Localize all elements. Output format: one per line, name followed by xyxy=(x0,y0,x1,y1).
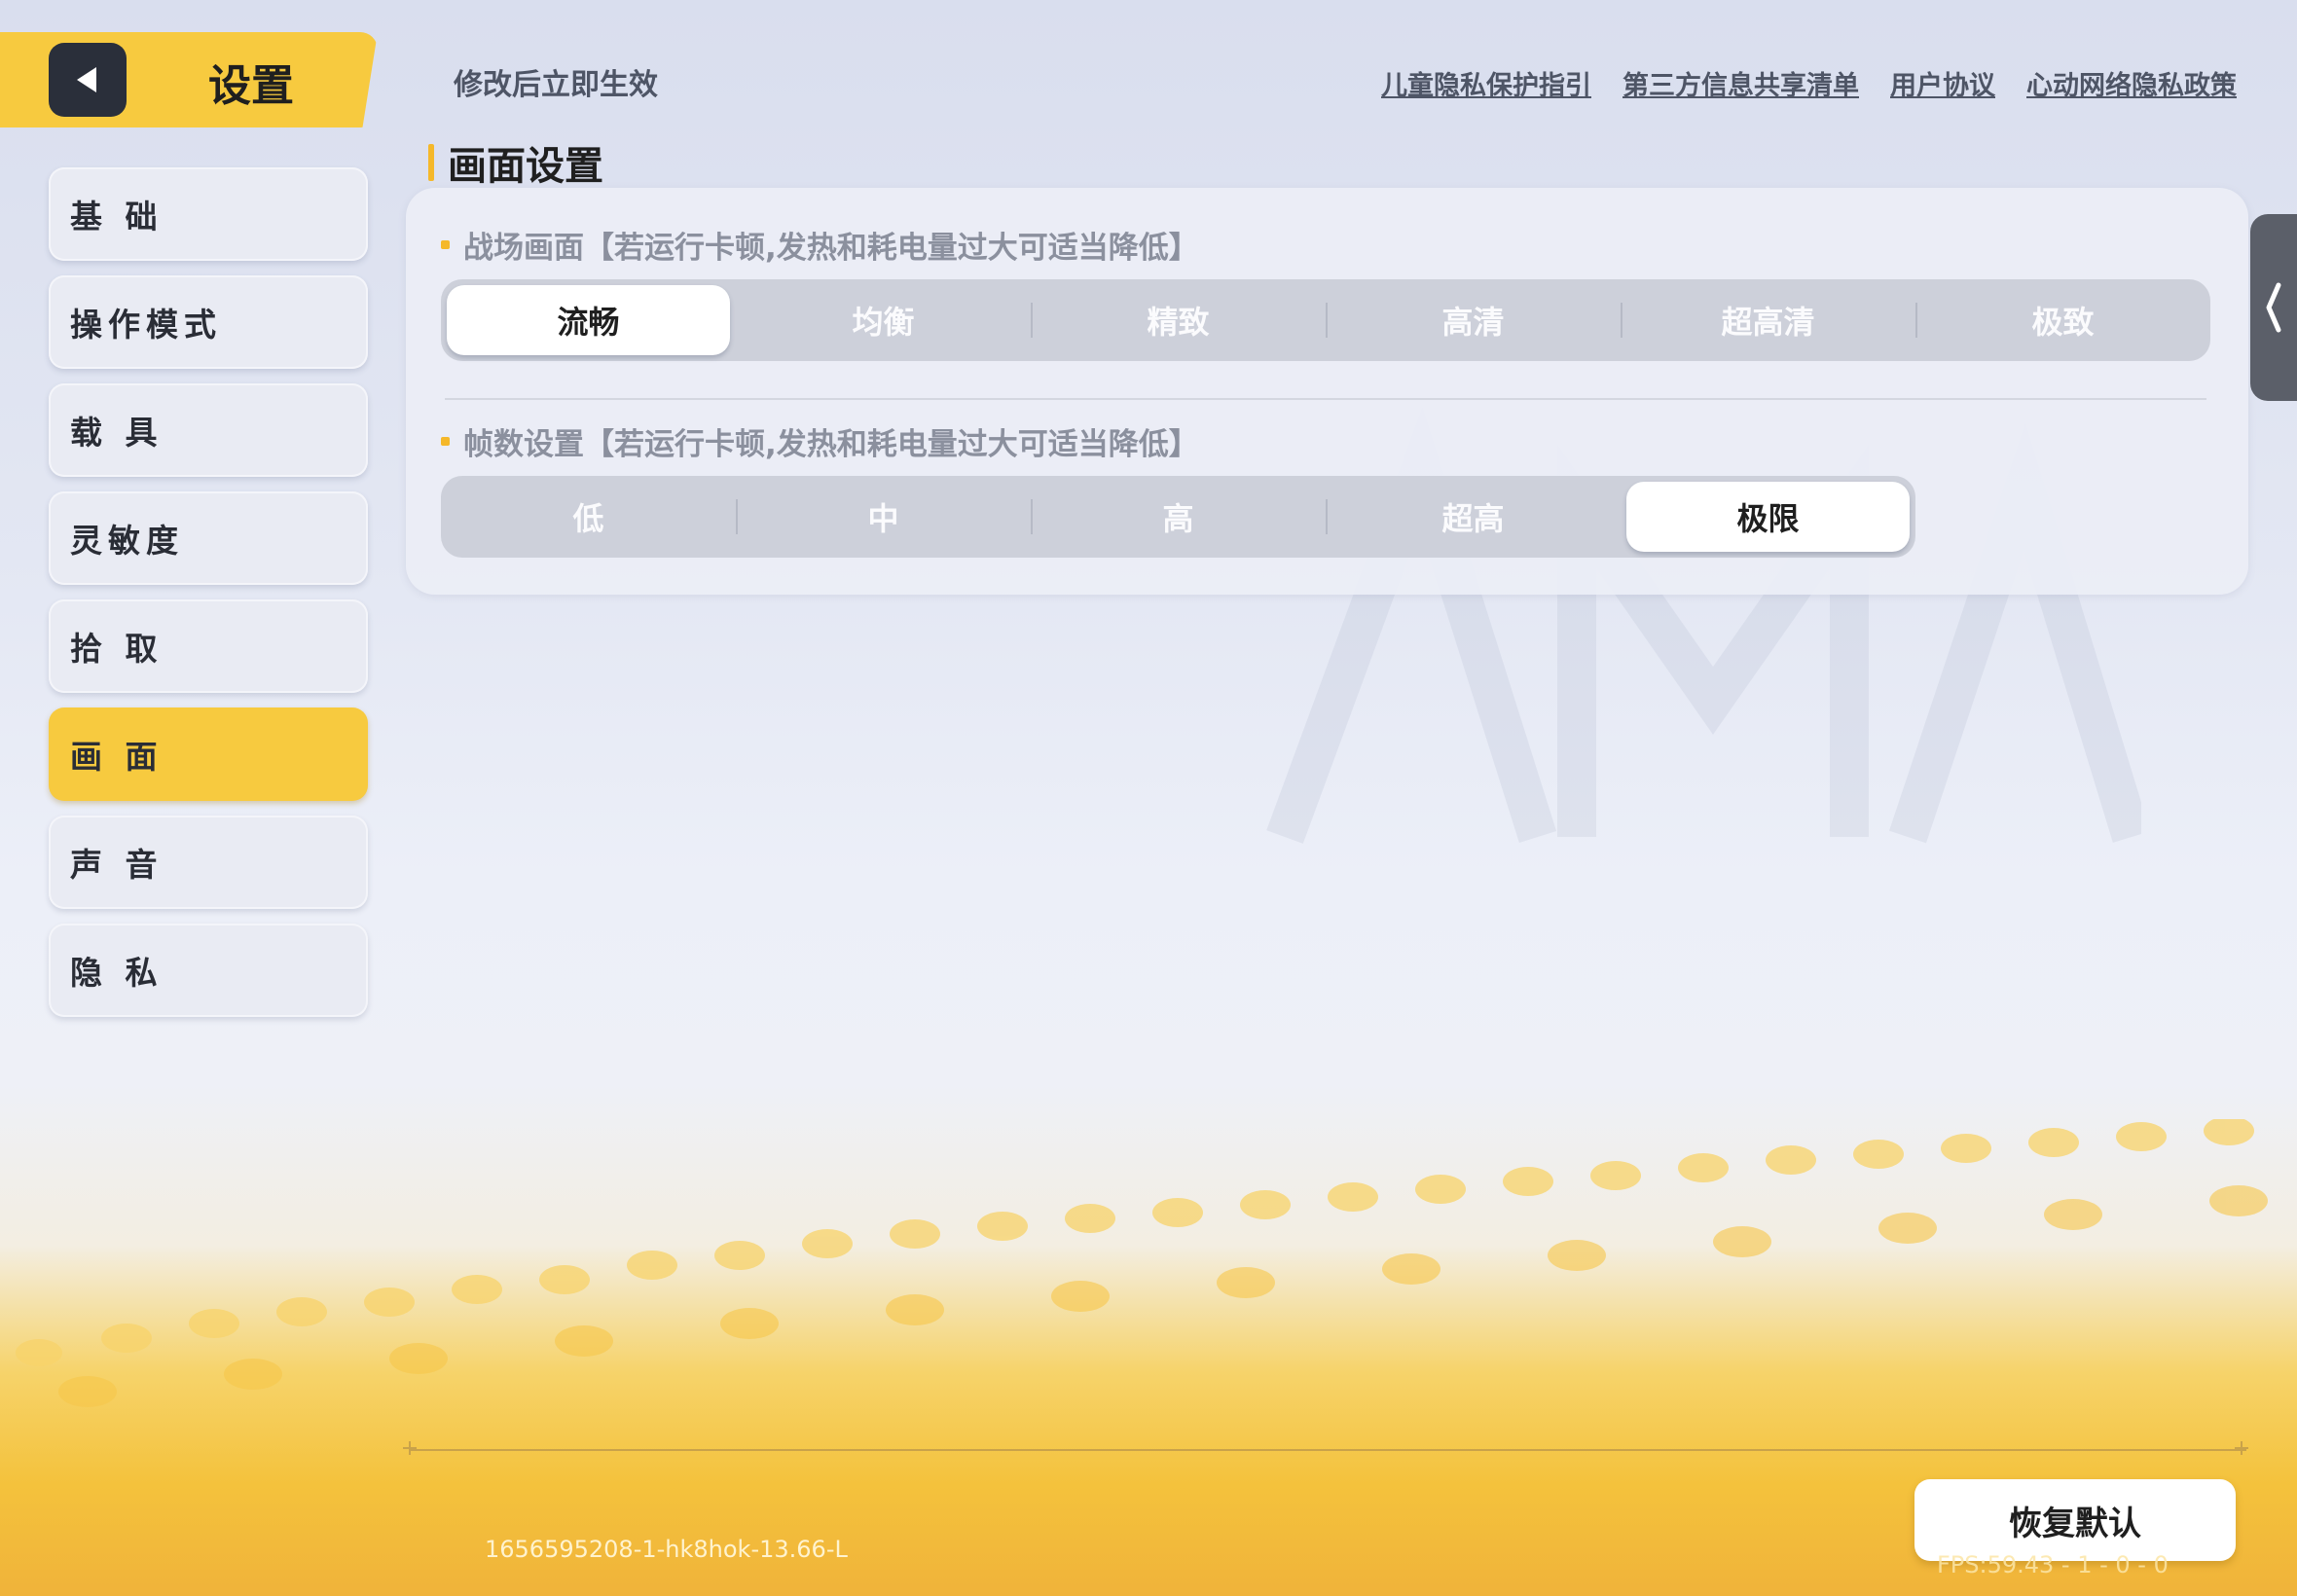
sidebar-item-control-mode[interactable]: 操作模式 xyxy=(49,275,368,369)
divider-cap-icon xyxy=(403,1441,417,1455)
option-label: 精致 xyxy=(1147,304,1210,341)
top-links: 儿童隐私保护指引 第三方信息共享清单 用户协议 心动网络隐私政策 xyxy=(1381,64,2237,102)
option-label: 高清 xyxy=(1441,304,1505,341)
quality-option-smooth[interactable]: 流畅 xyxy=(441,279,736,361)
framerate-label-text: 帧数设置【若运行卡顿,发热和耗电量过大可适当降低】 xyxy=(463,427,1199,462)
bullet-icon xyxy=(441,437,450,446)
sidebar: 基 础 操作模式 载 具 灵敏度 拾 取 画 面 声 音 隐 私 xyxy=(49,167,370,1032)
framerate-option-low[interactable]: 低 xyxy=(441,476,736,558)
wave-dots-decoration xyxy=(16,1119,2268,1407)
quality-group-label: 战场画面【若运行卡顿,发热和耗电量过大可适当降低】 xyxy=(441,223,1199,267)
footer-divider xyxy=(409,1449,2246,1451)
option-label: 均衡 xyxy=(852,304,915,341)
version-string: 1656595208-1-hk8hok-13.66-L xyxy=(485,1536,848,1563)
quality-label-text: 战场画面【若运行卡顿,发热和耗电量过大可适当降低】 xyxy=(463,231,1199,266)
graphics-settings-panel: 战场画面【若运行卡顿,发热和耗电量过大可适当降低】 流畅 均衡 精致 高清 超高… xyxy=(406,188,2248,595)
fps-readout: FPS:59.43 - 1 - 0 - 0 xyxy=(1937,1551,2169,1578)
page-title: 设置 xyxy=(208,61,294,111)
chevron-left-icon xyxy=(2266,282,2281,333)
quality-option-hd[interactable]: 高清 xyxy=(1326,279,1621,361)
sidebar-item-sound[interactable]: 声 音 xyxy=(49,816,368,909)
sidebar-item-vehicle[interactable]: 载 具 xyxy=(49,383,368,477)
framerate-option-high[interactable]: 高 xyxy=(1031,476,1326,558)
option-label: 流畅 xyxy=(557,304,620,341)
apply-hint: 修改后立即生效 xyxy=(454,68,658,102)
link-user-agreement[interactable]: 用户协议 xyxy=(1890,64,1995,102)
framerate-option-max[interactable]: 极限 xyxy=(1621,476,1915,558)
back-arrow-icon xyxy=(77,67,96,92)
sidebar-item-pickup[interactable]: 拾 取 xyxy=(49,599,368,693)
back-button[interactable] xyxy=(49,43,127,117)
sidebar-item-graphics[interactable]: 画 面 xyxy=(49,707,368,801)
sidebar-item-basic[interactable]: 基 础 xyxy=(49,167,368,261)
framerate-selector: 低 中 高 超高 极限 xyxy=(441,476,1915,558)
group-divider xyxy=(445,398,2206,400)
quality-option-ultra-hd[interactable]: 超高清 xyxy=(1621,279,1915,361)
option-label: 超高清 xyxy=(1721,304,1815,341)
option-label: 极致 xyxy=(2031,304,2095,341)
framerate-group-label: 帧数设置【若运行卡顿,发热和耗电量过大可适当降低】 xyxy=(441,419,1199,463)
divider-cap-icon xyxy=(2235,1441,2248,1455)
framerate-option-ultra[interactable]: 超高 xyxy=(1326,476,1621,558)
section-accent-bar xyxy=(428,144,434,181)
sidebar-item-sensitivity[interactable]: 灵敏度 xyxy=(49,491,368,585)
option-label: 中 xyxy=(867,500,899,537)
sidebar-item-privacy[interactable]: 隐 私 xyxy=(49,924,368,1017)
quality-option-fine[interactable]: 精致 xyxy=(1031,279,1326,361)
link-third-party-sharing[interactable]: 第三方信息共享清单 xyxy=(1622,64,1859,102)
link-children-privacy[interactable]: 儿童隐私保护指引 xyxy=(1381,64,1591,102)
quality-option-balanced[interactable]: 均衡 xyxy=(736,279,1031,361)
drawer-toggle-button[interactable] xyxy=(2250,214,2297,401)
quality-selector: 流畅 均衡 精致 高清 超高清 极致 xyxy=(441,279,2210,361)
option-label: 低 xyxy=(572,500,604,537)
framerate-option-medium[interactable]: 中 xyxy=(736,476,1031,558)
option-label: 高 xyxy=(1162,500,1194,537)
bullet-icon xyxy=(441,240,450,249)
section-heading: 画面设置 xyxy=(428,134,603,191)
option-label: 超高 xyxy=(1441,500,1505,537)
link-privacy-policy[interactable]: 心动网络隐私政策 xyxy=(2026,64,2237,102)
restore-defaults-button[interactable]: 恢复默认 xyxy=(1914,1479,2236,1561)
option-label: 极限 xyxy=(1736,500,1800,537)
quality-option-extreme[interactable]: 极致 xyxy=(1915,279,2210,361)
section-title: 画面设置 xyxy=(448,144,603,189)
